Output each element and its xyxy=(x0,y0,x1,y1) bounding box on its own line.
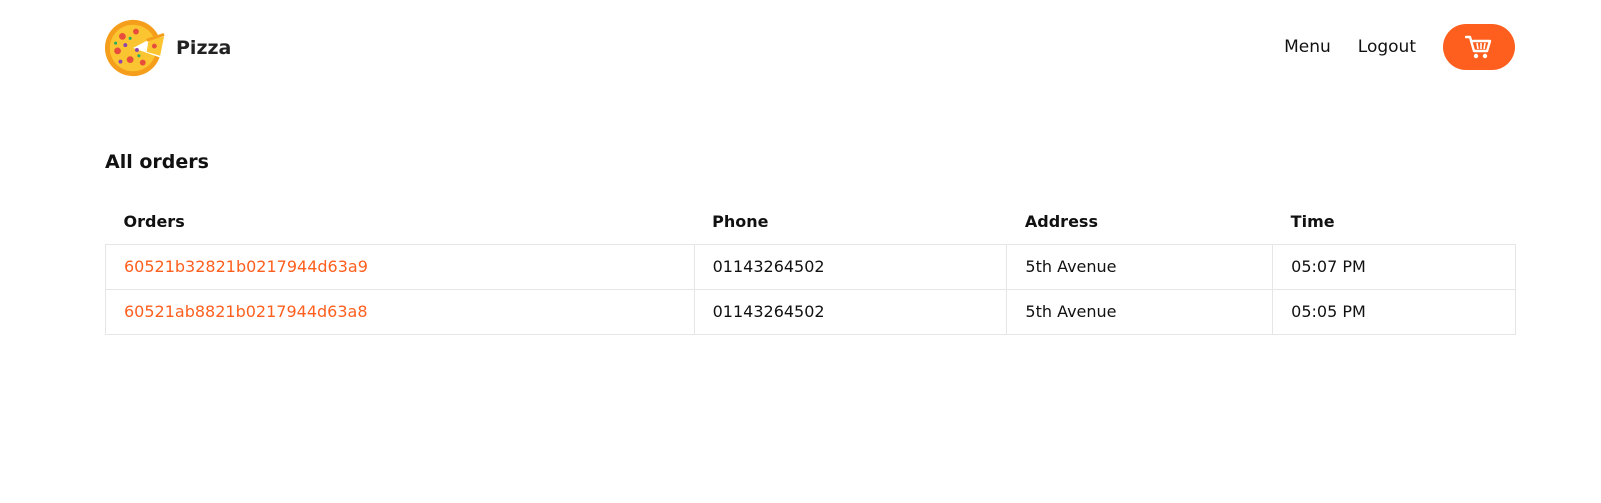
brand-name: Pizza xyxy=(176,37,232,59)
order-phone: 01143264502 xyxy=(693,288,1008,335)
nav-link-logout[interactable]: Logout xyxy=(1358,37,1416,57)
order-address: 5th Avenue xyxy=(1006,243,1274,290)
column-header-orders: Orders xyxy=(123,211,185,231)
pizza-logo-icon xyxy=(104,19,166,77)
order-address: 5th Avenue xyxy=(1006,288,1274,335)
order-phone: 01143264502 xyxy=(693,243,1008,290)
table-row: 60521ab8821b0217944d63a8 01143264502 5th… xyxy=(105,288,1516,335)
order-time: 05:07 PM xyxy=(1272,243,1516,290)
navbar: Pizza Menu Logout xyxy=(0,0,1601,96)
nav-link-menu[interactable]: Menu xyxy=(1284,37,1331,57)
brand-logo-link[interactable]: Pizza xyxy=(104,17,231,79)
column-header-phone: Phone xyxy=(712,211,769,231)
table-header-row: Orders Phone Address Time xyxy=(106,199,1516,244)
cart-icon xyxy=(1465,35,1492,59)
order-id-link[interactable]: 60521b32821b0217944d63a9 xyxy=(105,243,695,290)
nav-links: Menu Logout xyxy=(1284,24,1515,70)
column-header-address: Address xyxy=(1024,211,1098,231)
table-row: 60521b32821b0217944d63a9 01143264502 5th… xyxy=(105,243,1516,290)
orders-section: All orders Orders Phone Address Time 605… xyxy=(105,148,1516,335)
order-time: 05:05 PM xyxy=(1272,288,1516,335)
cart-button[interactable] xyxy=(1443,24,1515,70)
orders-table: Orders Phone Address Time 60521b32821b02… xyxy=(105,199,1516,335)
page-title: All orders xyxy=(105,151,209,173)
column-header-time: Time xyxy=(1290,211,1335,231)
order-id-link[interactable]: 60521ab8821b0217944d63a8 xyxy=(105,288,695,335)
